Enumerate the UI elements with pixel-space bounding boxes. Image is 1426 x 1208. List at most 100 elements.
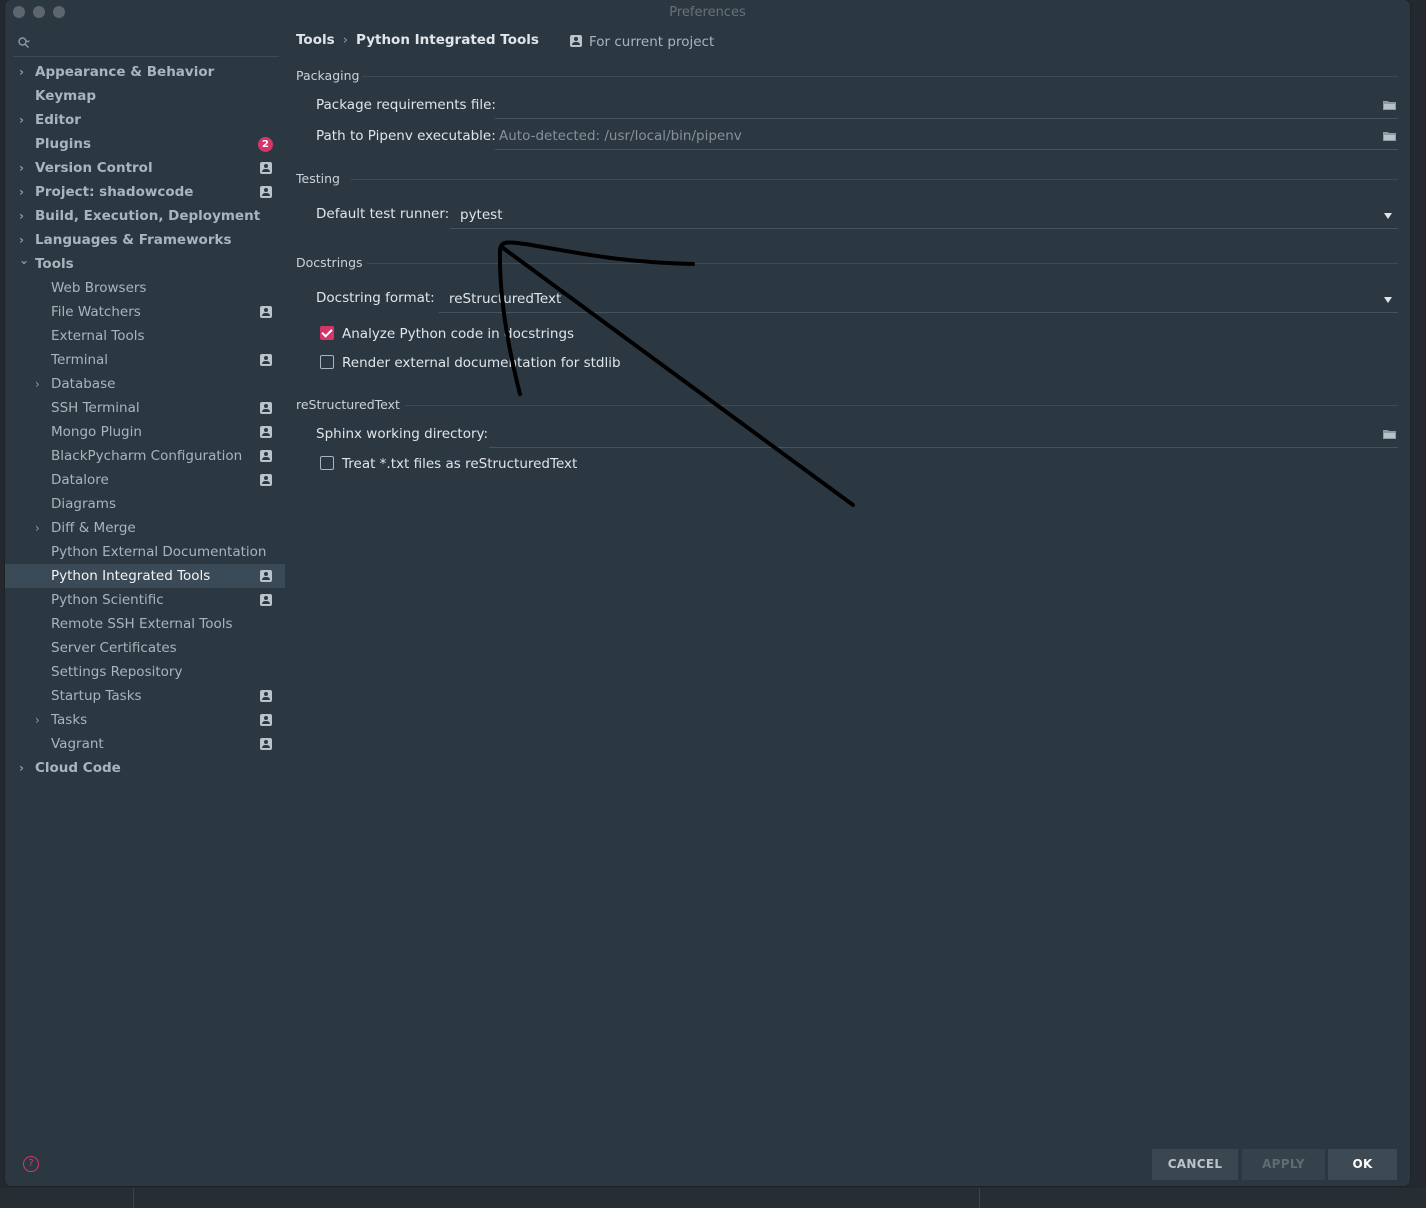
sidebar-item-datalore[interactable]: Datalore (5, 468, 285, 492)
analyze-docstrings-checkbox[interactable] (320, 326, 334, 340)
section-restructuredtext-title: reStructuredText (296, 397, 400, 412)
package-requirements-field[interactable] (495, 92, 1398, 119)
sphinx-dir-label: Sphinx working directory: (316, 426, 489, 442)
sidebar-item-label: Server Certificates (51, 640, 177, 656)
sidebar-item-diagrams[interactable]: Diagrams (5, 492, 285, 516)
sidebar-item-python-external-documentation[interactable]: Python External Documentation (5, 540, 285, 564)
pipenv-path-field[interactable]: Auto-detected: /usr/local/bin/pipenv (495, 123, 1398, 150)
sidebar-item-terminal[interactable]: Terminal (5, 348, 285, 372)
divider (979, 1188, 980, 1208)
section-divider (367, 263, 1398, 264)
sidebar-item-tools[interactable]: ⌄ Tools (5, 252, 285, 276)
sidebar-item-editor[interactable]: › Editor (5, 108, 285, 132)
sidebar-item-cloud-code[interactable]: › Cloud Code (5, 756, 285, 780)
project-scope-icon (260, 450, 272, 462)
chevron-right-icon[interactable]: › (19, 156, 31, 180)
render-external-docs-checkbox[interactable] (320, 355, 334, 369)
chevron-right-icon[interactable]: › (35, 708, 47, 732)
chevron-right-icon[interactable]: › (35, 372, 47, 396)
section-packaging-title: Packaging (296, 68, 360, 83)
sidebar-item-server-certificates[interactable]: Server Certificates (5, 636, 285, 660)
cancel-button[interactable]: CANCEL (1152, 1149, 1238, 1180)
help-icon[interactable]: ? (23, 1156, 39, 1172)
project-scope-icon (260, 426, 272, 438)
section-testing-title: Testing (296, 171, 340, 186)
sidebar-item-label: Settings Repository (51, 664, 183, 680)
sidebar-item-python-scientific[interactable]: Python Scientific (5, 588, 285, 612)
sidebar-item-label: File Watchers (51, 304, 141, 320)
render-external-docs-option[interactable]: Render external documentation for stdlib (320, 355, 621, 371)
folder-icon[interactable] (1383, 100, 1396, 110)
pipenv-path-label: Path to Pipenv executable: (316, 128, 496, 144)
sidebar-item-label: Project: shadowcode (35, 184, 194, 200)
scope-label: For current project (589, 34, 715, 50)
settings-sidebar: › Appearance & Behavior Keymap › Editor Plugi… (5, 30, 285, 1170)
sidebar-item-remote-ssh-external-tools[interactable]: Remote SSH External Tools (5, 612, 285, 636)
test-runner-dropdown[interactable]: pytest (450, 202, 1398, 229)
treat-txt-option[interactable]: Treat *.txt files as reStructuredText (320, 456, 577, 472)
sidebar-item-label: Remote SSH External Tools (51, 616, 233, 632)
sidebar-item-label: Startup Tasks (51, 688, 142, 704)
sidebar-item-label: BlackPycharm Configuration (51, 448, 243, 464)
sphinx-dir-field[interactable] (489, 421, 1398, 448)
treat-txt-label: Treat *.txt files as reStructuredText (342, 456, 578, 472)
sidebar-item-label: Python External Documentation (51, 544, 267, 560)
apply-button[interactable]: APPLY (1242, 1149, 1325, 1180)
settings-content: Tools › Python Integrated Tools For curren… (285, 0, 1410, 1186)
chevron-down-icon (1384, 297, 1392, 303)
section-divider (362, 76, 1398, 77)
chevron-right-icon[interactable]: › (19, 204, 31, 228)
sidebar-item-python-integrated-tools[interactable]: Python Integrated Tools (5, 564, 285, 588)
sidebar-item-version-control[interactable]: › Version Control (5, 156, 285, 180)
treat-txt-checkbox[interactable] (320, 456, 334, 470)
breadcrumb: Tools › Python Integrated Tools (296, 32, 539, 48)
docstring-format-value: reStructuredText (449, 291, 562, 307)
sidebar-item-tasks[interactable]: › Tasks (5, 708, 285, 732)
folder-icon[interactable] (1383, 429, 1396, 439)
sidebar-item-label: Tasks (51, 712, 88, 728)
docstring-format-dropdown[interactable]: reStructuredText (439, 286, 1398, 313)
sidebar-item-project-shadowcode[interactable]: › Project: shadowcode (5, 180, 285, 204)
notification-badge: 2 (258, 137, 273, 152)
section-docstrings-title: Docstrings (296, 255, 363, 270)
sidebar-item-build-execution-deployment[interactable]: › Build, Execution, Deployment (5, 204, 285, 228)
sidebar-item-plugins[interactable]: Plugins 2 (5, 132, 285, 156)
sidebar-item-file-watchers[interactable]: File Watchers (5, 300, 285, 324)
project-scope-icon (260, 186, 272, 198)
sidebar-item-label: External Tools (51, 328, 145, 344)
sidebar-item-label: Appearance & Behavior (35, 64, 215, 80)
sidebar-item-keymap[interactable]: Keymap (5, 84, 285, 108)
chevron-down-icon (1384, 213, 1392, 219)
sidebar-item-label: Tools (35, 256, 74, 272)
settings-search-input[interactable] (13, 34, 279, 57)
ok-button[interactable]: OK (1328, 1149, 1397, 1180)
sidebar-item-blackpycharm-configuration[interactable]: BlackPycharm Configuration (5, 444, 285, 468)
folder-icon[interactable] (1383, 131, 1396, 141)
sidebar-item-web-browsers[interactable]: Web Browsers (5, 276, 285, 300)
sidebar-item-external-tools[interactable]: External Tools (5, 324, 285, 348)
sidebar-item-mongo-plugin[interactable]: Mongo Plugin (5, 420, 285, 444)
sidebar-item-label: Web Browsers (51, 280, 147, 296)
analyze-docstrings-option[interactable]: Analyze Python code in docstrings (320, 326, 574, 342)
sidebar-item-database[interactable]: › Database (5, 372, 285, 396)
chevron-right-icon[interactable]: › (19, 60, 31, 84)
breadcrumb-parent[interactable]: Tools (296, 32, 335, 48)
sidebar-item-label: Keymap (35, 88, 97, 104)
sidebar-item-label: Cloud Code (35, 760, 121, 776)
sidebar-item-label: Editor (35, 112, 81, 128)
chevron-right-icon[interactable]: › (19, 756, 31, 780)
chevron-right-icon[interactable]: › (19, 108, 31, 132)
chevron-down-icon[interactable]: ⌄ (19, 248, 31, 272)
sidebar-item-vagrant[interactable]: Vagrant (5, 732, 285, 756)
breadcrumb-separator: › (342, 32, 349, 48)
sidebar-item-languages-frameworks[interactable]: › Languages & Frameworks (5, 228, 285, 252)
background-strip (0, 1188, 1426, 1208)
sidebar-item-appearance-behavior[interactable]: › Appearance & Behavior (5, 60, 285, 84)
chevron-right-icon[interactable]: › (35, 516, 47, 540)
sidebar-item-startup-tasks[interactable]: Startup Tasks (5, 684, 285, 708)
chevron-right-icon[interactable]: › (19, 180, 31, 204)
pipenv-path-placeholder: Auto-detected: /usr/local/bin/pipenv (499, 128, 742, 144)
sidebar-item-ssh-terminal[interactable]: SSH Terminal (5, 396, 285, 420)
sidebar-item-diff-merge[interactable]: › Diff & Merge (5, 516, 285, 540)
sidebar-item-settings-repository[interactable]: Settings Repository (5, 660, 285, 684)
